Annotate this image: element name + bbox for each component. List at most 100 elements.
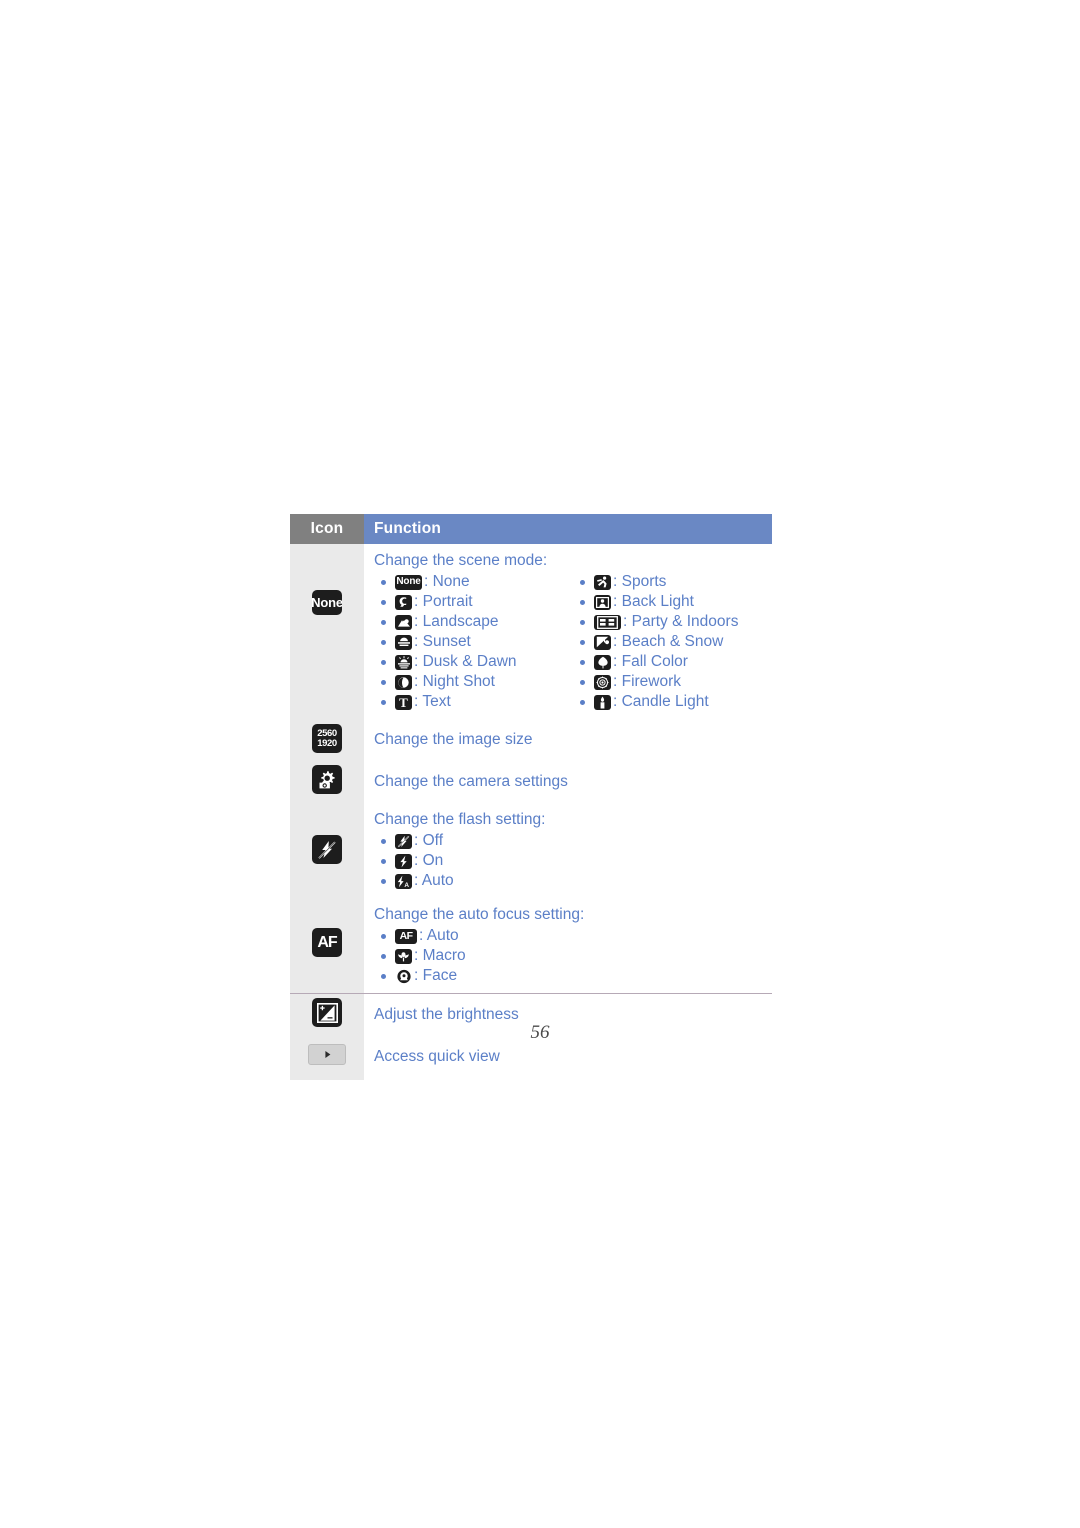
list-item: : Party & Indoors (573, 612, 772, 632)
scene-mode-none-icon: None (312, 590, 342, 615)
party-indoors-icon (594, 614, 621, 630)
row-title: Change the scene mode: (374, 552, 548, 569)
none-badge-icon: None (395, 574, 422, 590)
bullet-icon (580, 679, 585, 685)
auto-focus-icon: AF (312, 928, 342, 957)
row-icon-cell: None (290, 544, 364, 719)
list-item-label: : Sports (613, 573, 667, 590)
row-function-cell: Change the scene mode: None : None: Por… (364, 544, 772, 719)
bullet-icon (580, 579, 585, 585)
bullet-icon (381, 838, 386, 844)
portrait-icon (395, 594, 412, 610)
af-macro-icon (395, 948, 412, 964)
list-item-label: : Dusk & Dawn (414, 653, 517, 670)
camera-settings-icon (312, 765, 342, 794)
list-item: : Face (374, 966, 772, 986)
none-badge-label: None (396, 576, 421, 587)
auto-focus-options: AF : Auto: Macro: Face (374, 926, 772, 986)
list-item-label: : Off (414, 832, 444, 849)
list-item-label: : Auto (419, 927, 459, 944)
row-icon-cell: AF (290, 898, 364, 994)
bullet-icon (381, 659, 386, 665)
list-item: : Dusk & Dawn (374, 652, 573, 672)
none-label: None (312, 595, 342, 610)
list-item: : Back Light (573, 592, 772, 612)
dusk-dawn-icon (395, 654, 412, 670)
list-item-label: : Beach & Snow (613, 633, 724, 650)
bullet-icon (381, 953, 386, 959)
list-item: A : Auto (374, 871, 772, 891)
bullet-icon (381, 699, 386, 705)
scene-mode-options-right: : Sports : Back Light: Party & Indoors … (573, 572, 772, 712)
list-item: None : None (374, 572, 573, 592)
row-icon-cell (290, 803, 364, 898)
svg-text:A: A (404, 882, 409, 888)
list-item-label: : Back Light (613, 593, 694, 610)
table-row: Change the flash setting:: Off: On A:… (290, 803, 772, 898)
bullet-icon (381, 973, 386, 979)
list-item: : Portrait (374, 592, 573, 612)
list-item-label: : None (424, 573, 470, 590)
document-page: Icon Function None Change the scene mode… (0, 0, 1080, 1528)
row-icon-cell (290, 761, 364, 803)
list-item: T : Text (374, 692, 573, 712)
scene-mode-options: None : None : Portrait: Landscape: Sun… (374, 572, 772, 712)
sports-icon (594, 574, 611, 590)
scene-mode-options-left: None : None : Portrait: Landscape: Sun… (374, 572, 573, 712)
image-size-height: 1920 (317, 737, 337, 749)
bullet-icon (381, 679, 386, 685)
page-number: 56 (530, 1022, 550, 1043)
bullet-icon (580, 599, 585, 605)
table-row: 2560 1920 Change the image size (290, 719, 772, 761)
flash-auto-icon: A (395, 873, 412, 889)
row-function-cell: Change the flash setting:: Off: On A:… (364, 803, 772, 898)
list-item-label: : Firework (613, 673, 682, 690)
list-item-label: : Portrait (414, 593, 473, 610)
list-item-label: : Candle Light (613, 693, 709, 710)
bullet-icon (580, 639, 585, 645)
table-header-row: Icon Function (290, 514, 772, 544)
list-item: : Sports (573, 572, 772, 592)
row-title: Change the flash setting: (374, 811, 546, 828)
list-item-label: : Party & Indoors (623, 613, 739, 630)
image-size-icon: 2560 1920 (312, 724, 342, 753)
bullet-icon (580, 659, 585, 665)
list-item: : Landscape (374, 612, 573, 632)
list-item-label: : Face (414, 967, 458, 984)
list-item-label: : Sunset (414, 633, 471, 650)
beach-snow-icon (594, 634, 611, 650)
table-row: None Change the scene mode: None : None … (290, 544, 772, 719)
text-icon: T (395, 694, 412, 710)
list-item: : Candle Light (573, 692, 772, 712)
fall-color-icon (594, 654, 611, 670)
column-header-icon: Icon (290, 514, 364, 544)
row-title: Change the camera settings (374, 773, 568, 790)
flash-on-icon (395, 853, 412, 869)
list-item: : Beach & Snow (573, 632, 772, 652)
image-size-width: 2560 (317, 727, 337, 739)
bullet-icon (381, 579, 386, 585)
list-item: : On (374, 851, 772, 871)
row-icon-cell: 2560 1920 (290, 719, 364, 761)
flash-setting-icon (312, 835, 342, 864)
list-item: : Night Shot (374, 672, 573, 692)
row-function-cell: Change the camera settings (364, 761, 772, 803)
night-shot-icon (395, 674, 412, 690)
bullet-icon (381, 599, 386, 605)
quick-view-icon (308, 1044, 346, 1065)
row-title: Access quick view (374, 1048, 500, 1065)
list-item-label: : On (414, 852, 444, 869)
bullet-icon (381, 639, 386, 645)
bullet-icon (381, 619, 386, 625)
list-item: : Macro (374, 946, 772, 966)
row-title: Change the image size (374, 731, 533, 748)
flash-off-icon (395, 833, 412, 849)
list-item: : Sunset (374, 632, 573, 652)
list-item-label: : Night Shot (414, 673, 495, 690)
row-title: Change the auto focus setting: (374, 906, 585, 923)
list-item-label: : Text (414, 693, 451, 710)
af-face-icon (395, 969, 412, 984)
list-item: : Off (374, 831, 772, 851)
row-function-cell: Change the auto focus setting: AF : Auto (364, 898, 772, 994)
image-size-values: 2560 1920 (317, 727, 337, 749)
